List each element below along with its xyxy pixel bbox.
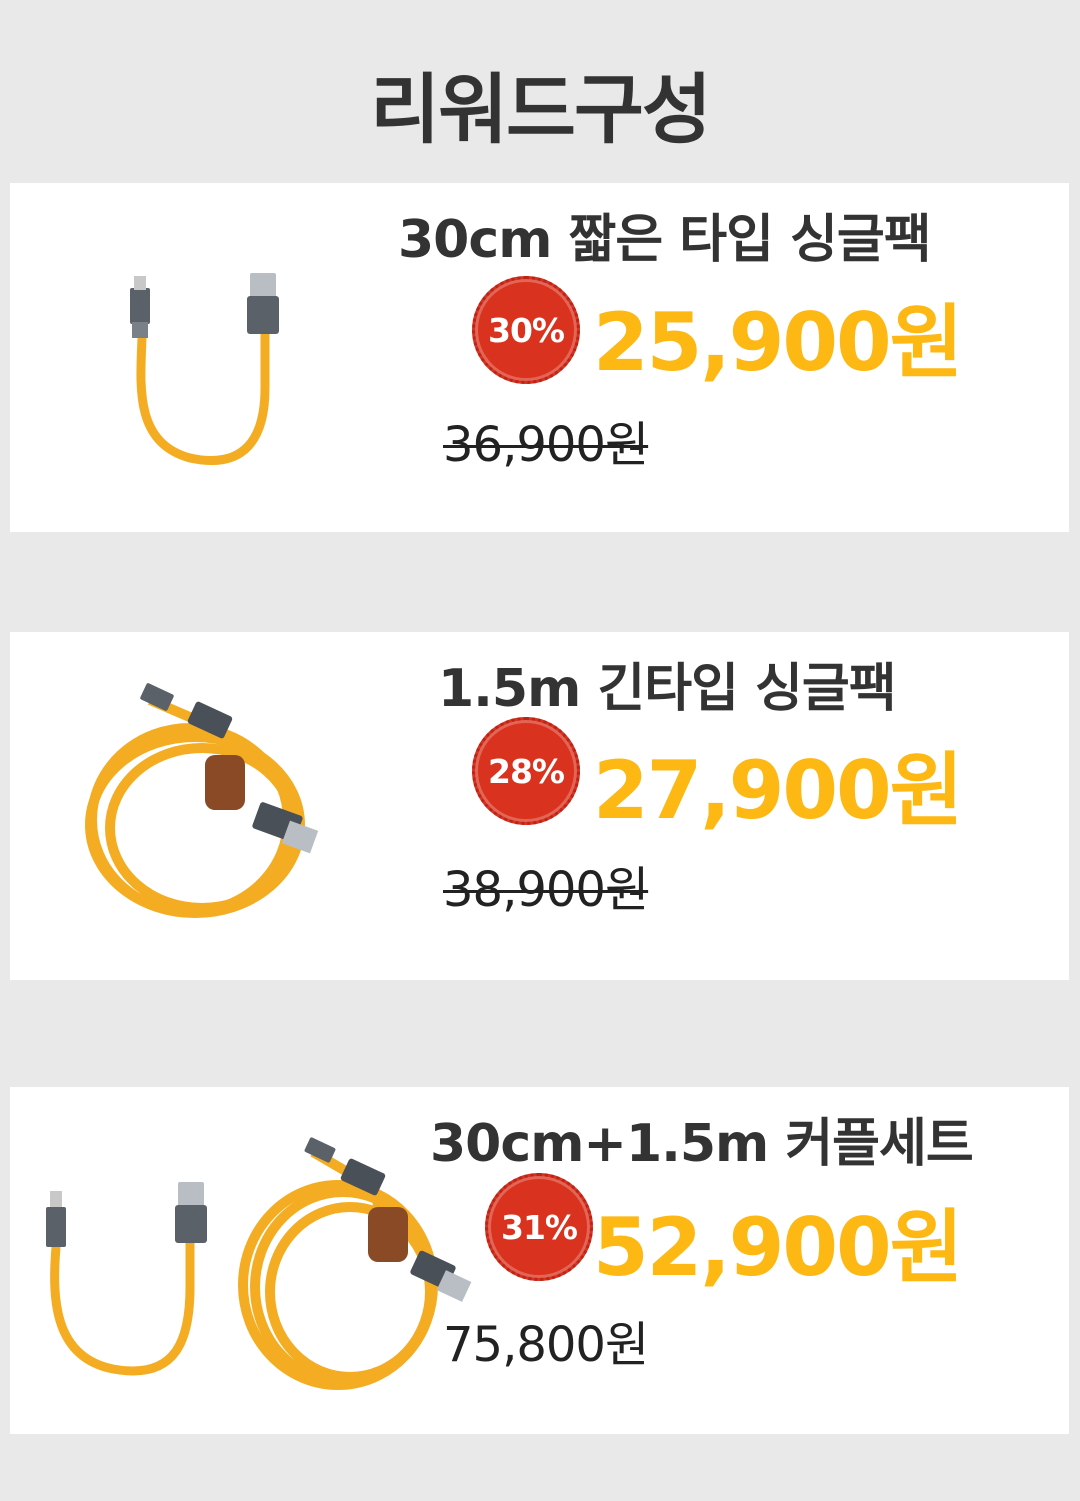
page-title: 리워드구성 xyxy=(370,65,712,154)
product-name: 30cm 짧은 타입 싱글팩 xyxy=(398,210,932,270)
long-cable-image xyxy=(85,683,319,918)
original-price: 75,800원 xyxy=(443,1317,649,1373)
product-name: 1.5m 긴타입 싱글팩 xyxy=(438,659,897,719)
sale-price: 27,900원 xyxy=(593,744,963,837)
discount-badge: 31% xyxy=(485,1173,593,1281)
original-price: 36,900원 xyxy=(443,417,649,473)
sale-price: 52,900원 xyxy=(593,1201,963,1294)
short-cable-image xyxy=(46,1182,207,1376)
original-price: 38,900원 xyxy=(443,862,649,918)
discount-badge: 30% xyxy=(472,276,580,384)
product-card-short[interactable]: 30cm 짧은 타입 싱글팩 30% 25,900원 36,900원 xyxy=(10,183,1069,532)
product-name: 30cm+1.5m 커플세트 xyxy=(430,1114,974,1174)
product-card-long[interactable]: 1.5m 긴타입 싱글팩 28% 27,900원 38,900원 xyxy=(10,632,1069,980)
short-cable-image xyxy=(130,273,279,466)
discount-badge: 28% xyxy=(472,717,580,825)
product-card-set[interactable]: 30cm+1.5m 커플세트 31% 52,900원 75,800원 xyxy=(10,1087,1069,1434)
sale-price: 25,900원 xyxy=(593,296,963,389)
